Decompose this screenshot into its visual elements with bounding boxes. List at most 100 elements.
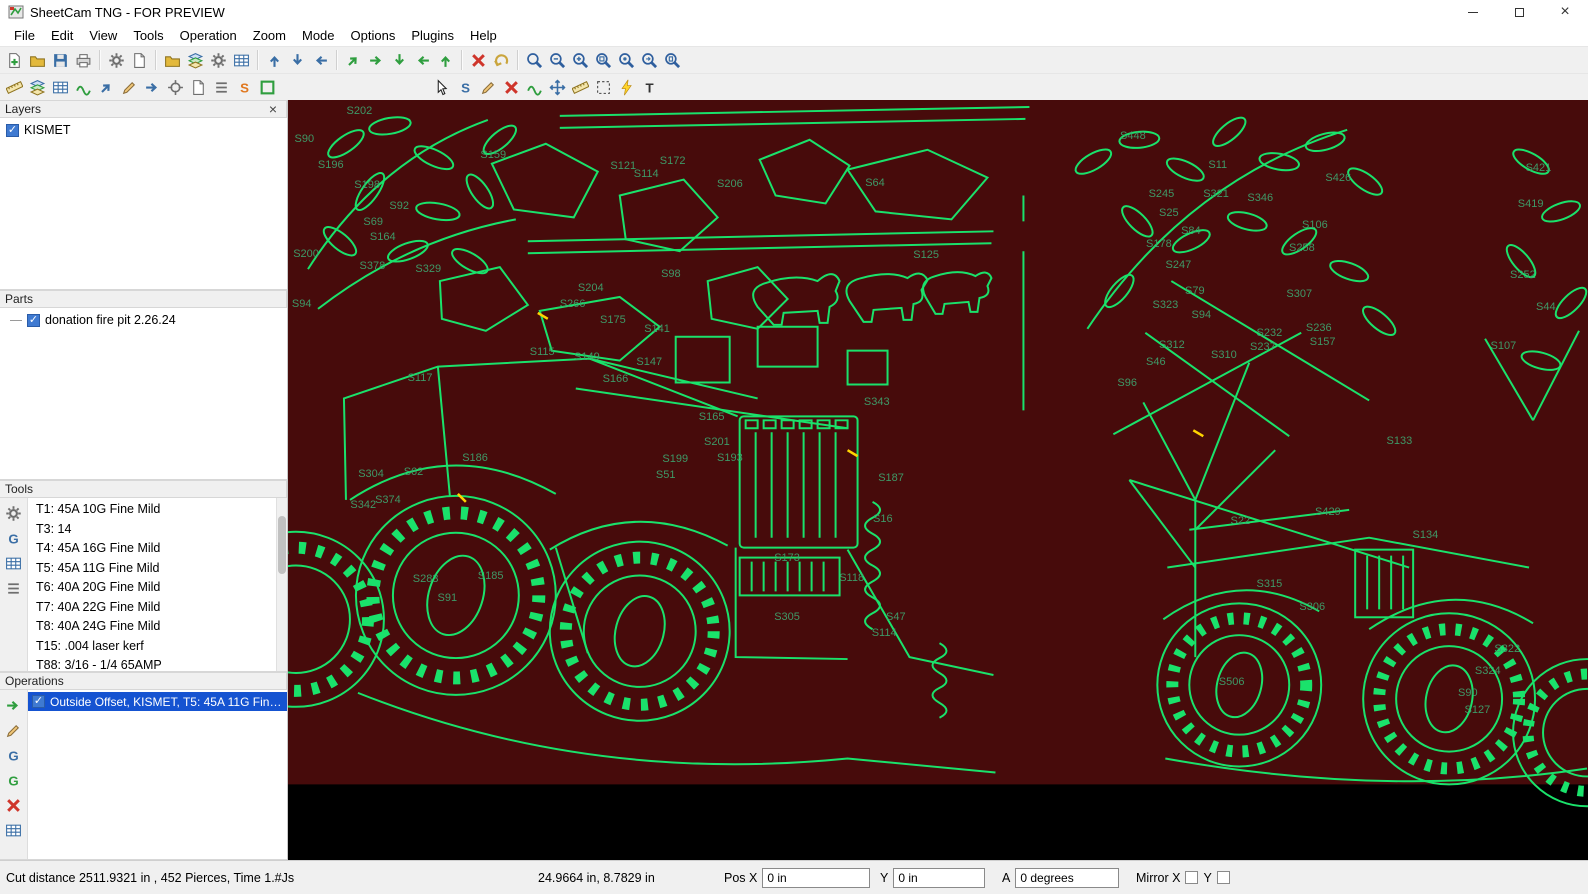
pos-x-input[interactable]: [762, 867, 871, 888]
job-options-icon: [131, 52, 148, 69]
show-rapid-moves-button[interactable]: [95, 76, 118, 99]
operation-checkbox-icon[interactable]: [32, 695, 45, 708]
menu-item[interactable]: Tools: [125, 26, 171, 45]
show-parts-table-button[interactable]: [49, 76, 72, 99]
tools-scrollbar[interactable]: [276, 498, 287, 671]
menu-item[interactable]: Edit: [43, 26, 81, 45]
zoom-in-button[interactable]: [569, 49, 592, 72]
tool-table-button[interactable]: [3, 552, 25, 574]
operation-table-button[interactable]: [3, 819, 25, 841]
zoom-previous-button[interactable]: [638, 49, 661, 72]
operations-panel-title: Operations: [5, 674, 64, 688]
zoom-extents-button[interactable]: [523, 49, 546, 72]
edit-contours-button[interactable]: [118, 76, 141, 99]
contour-label: S321: [1203, 188, 1229, 201]
menu-item[interactable]: View: [81, 26, 125, 45]
pos-y-input[interactable]: [893, 867, 986, 888]
nest-parts-button[interactable]: [230, 49, 253, 72]
show-direction-arrows-button[interactable]: [141, 76, 164, 99]
box-select-button[interactable]: [592, 76, 615, 99]
layer-item[interactable]: KISMET: [0, 118, 287, 137]
measure-tool-button[interactable]: [569, 76, 592, 99]
add-tool-button[interactable]: [3, 502, 25, 524]
machine-settings-button[interactable]: [105, 49, 128, 72]
delete-contour-button[interactable]: [467, 49, 490, 72]
insert-operation-button[interactable]: [3, 694, 25, 716]
move-origin-button[interactable]: [546, 76, 569, 99]
scrollbar-thumb[interactable]: [278, 516, 286, 574]
tool-item[interactable]: T4: 45A 16G Fine Mild: [28, 539, 276, 559]
part-options-button[interactable]: [207, 49, 230, 72]
minimize-button[interactable]: [1450, 0, 1496, 24]
show-cut-path-button[interactable]: [72, 76, 95, 99]
tool-item[interactable]: T8: 40A 24G Fine Mild: [28, 617, 276, 637]
snap-mode-button[interactable]: S: [454, 76, 477, 99]
edit-operation-button[interactable]: [3, 719, 25, 741]
break-contour-button[interactable]: [500, 76, 523, 99]
part-checkbox-icon[interactable]: [27, 313, 40, 327]
operation-item-selected[interactable]: Outside Offset, KISMET, T5: 45A 11G Fine…: [28, 692, 287, 711]
menu-item[interactable]: Zoom: [245, 26, 294, 45]
zoom-extents-icon: [526, 52, 543, 69]
mirror-y-checkbox[interactable]: [1216, 871, 1230, 884]
join-contour-button[interactable]: [523, 76, 546, 99]
show-cut-order-button[interactable]: [210, 76, 233, 99]
start-point-marker-button[interactable]: S: [233, 76, 256, 99]
zoom-selected-button[interactable]: [615, 49, 638, 72]
open-job-button[interactable]: [26, 49, 49, 72]
import-part-button[interactable]: [161, 49, 184, 72]
zoom-out-button[interactable]: [546, 49, 569, 72]
menu-item[interactable]: Mode: [294, 26, 343, 45]
start-point-auto-button[interactable]: [434, 49, 457, 72]
tool-item[interactable]: T1: 45A 10G Fine Mild: [28, 500, 276, 520]
menu-item[interactable]: File: [6, 26, 43, 45]
edit-points-button[interactable]: [477, 76, 500, 99]
contour-up-button[interactable]: [263, 49, 286, 72]
tool-list-button[interactable]: [3, 577, 25, 599]
text-tool-button[interactable]: T: [638, 76, 661, 99]
show-material-button[interactable]: [3, 76, 26, 99]
start-point-move-button[interactable]: [365, 49, 388, 72]
close-panel-icon[interactable]: [266, 102, 280, 116]
part-item[interactable]: donation fire pit 2.26.24: [0, 308, 287, 327]
tool-gcode-button[interactable]: G: [3, 527, 25, 549]
show-tool-info-button[interactable]: [187, 76, 210, 99]
undo-button[interactable]: [490, 49, 513, 72]
menu-item[interactable]: Help: [462, 26, 505, 45]
start-point-down-button[interactable]: [388, 49, 411, 72]
post-operation-button[interactable]: G: [3, 769, 25, 791]
contour-down-button[interactable]: [286, 49, 309, 72]
start-point-next-button[interactable]: [342, 49, 365, 72]
select-tool-button[interactable]: [431, 76, 454, 99]
menu-item[interactable]: Operation: [172, 26, 245, 45]
zoom-window-button[interactable]: [592, 49, 615, 72]
zoom-material-button[interactable]: [661, 49, 684, 72]
tool-item[interactable]: T7: 40A 22G Fine Mild: [28, 598, 276, 618]
disable-operation-button[interactable]: [3, 794, 25, 816]
close-button[interactable]: [1542, 0, 1588, 24]
show-start-points-button[interactable]: [164, 76, 187, 99]
tool-item[interactable]: T88: 3/16 - 1/4 65AMP: [28, 656, 276, 671]
menu-item[interactable]: Plugins: [403, 26, 462, 45]
start-point-back-button[interactable]: [411, 49, 434, 72]
menu-item[interactable]: Options: [343, 26, 404, 45]
material-boundary-button[interactable]: [256, 76, 279, 99]
job-options-button[interactable]: [128, 49, 151, 72]
tool-item[interactable]: T15: .004 laser kerf: [28, 637, 276, 657]
operation-gcode-button[interactable]: G: [3, 744, 25, 766]
drawing-canvas[interactable]: S202 S90 S196 S198 S159 S121 S114 S172 S206 S64 S9…: [288, 100, 1588, 860]
show-layers-button[interactable]: [26, 76, 49, 99]
angle-input[interactable]: [1015, 867, 1120, 888]
duplicate-part-button[interactable]: [184, 49, 207, 72]
tool-item[interactable]: T6: 40A 20G Fine Mild: [28, 578, 276, 598]
new-job-button[interactable]: [3, 49, 26, 72]
tool-item[interactable]: T3: 14: [28, 520, 276, 540]
reverse-direction-button[interactable]: [309, 49, 332, 72]
maximize-button[interactable]: [1496, 0, 1542, 24]
simulate-button[interactable]: [615, 76, 638, 99]
layer-checkbox-icon[interactable]: [6, 123, 19, 137]
tool-item[interactable]: T5: 45A 11G Fine Mild: [28, 559, 276, 579]
print-job-button[interactable]: [72, 49, 95, 72]
save-job-button[interactable]: [49, 49, 72, 72]
mirror-x-checkbox[interactable]: [1185, 871, 1199, 884]
